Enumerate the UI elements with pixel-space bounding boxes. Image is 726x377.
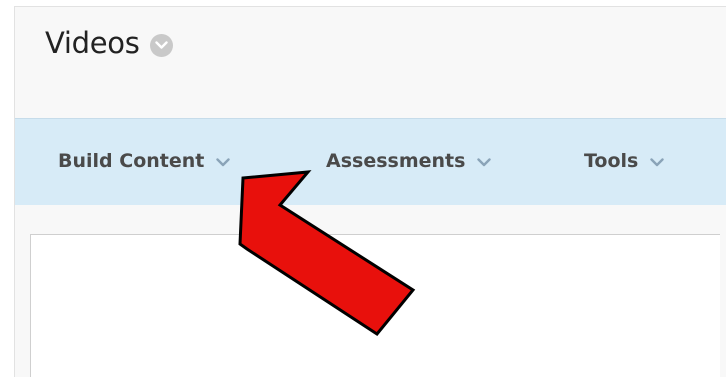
- chevron-down-icon: [154, 40, 168, 49]
- chevron-down-icon: [477, 157, 492, 167]
- chevron-down-icon: [216, 157, 231, 167]
- build-content-label: Build Content: [58, 150, 205, 172]
- assessments-menu[interactable]: Assessments: [326, 146, 492, 176]
- tools-label: Tools: [584, 150, 639, 172]
- action-bar: Build Content Assessments Tools: [15, 118, 726, 205]
- title-row: Videos: [45, 21, 173, 65]
- chevron-down-circle-icon[interactable]: [149, 33, 173, 57]
- content-area: [30, 234, 720, 377]
- assessments-label: Assessments: [326, 150, 466, 172]
- chevron-down-icon: [650, 157, 665, 167]
- build-content-menu[interactable]: Build Content: [58, 146, 231, 176]
- page-title: Videos: [45, 26, 140, 60]
- tools-menu[interactable]: Tools: [584, 146, 665, 176]
